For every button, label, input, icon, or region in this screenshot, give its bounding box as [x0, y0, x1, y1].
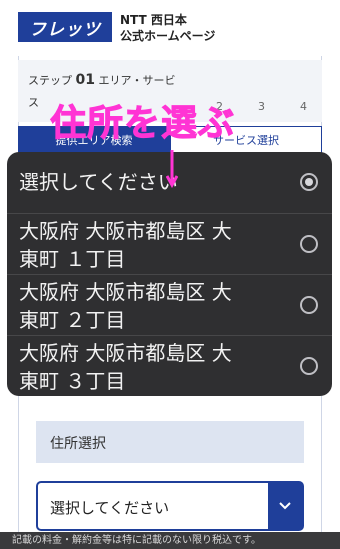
step-number: 01	[75, 72, 95, 88]
select-toggle-button[interactable]	[268, 483, 302, 529]
option-label-line1: 大阪府 大阪市都島区 大	[19, 280, 232, 304]
option-label-line2: 東町 １丁目	[19, 247, 126, 271]
radio-selected-icon[interactable]	[300, 173, 318, 191]
brand-line-1: NTT 西日本	[120, 13, 187, 27]
brand-line-2: 公式ホームページ	[120, 29, 216, 43]
picker-option-2chome[interactable]: 大阪府 大阪市都島区 大 東町 ２丁目	[7, 275, 332, 336]
step-current-label: ステップ 01 エリア・サービ	[28, 72, 175, 88]
step-prefix: ステップ	[28, 74, 72, 87]
picker-option-3chome[interactable]: 大阪府 大阪市都島区 大 東町 ３丁目	[7, 336, 332, 396]
brand-text: NTT 西日本 公式ホームページ	[120, 12, 215, 44]
address-picker-dialog: 選択してください 大阪府 大阪市都島区 大 東町 １丁目 大阪府 大阪市都島区 …	[7, 152, 332, 396]
step-title: エリア・サービ	[98, 74, 176, 87]
step-4: 4	[300, 100, 307, 113]
footer-note: 記載の料金・解約金等は特に記載のない限り税込です。	[0, 532, 340, 549]
radio-icon[interactable]	[300, 357, 318, 375]
option-label: 選択してください	[19, 170, 178, 194]
radio-icon[interactable]	[300, 235, 318, 253]
flets-logo[interactable]: フレッツ	[18, 12, 112, 42]
picker-option-1chome[interactable]: 大阪府 大阪市都島区 大 東町 １丁目	[7, 214, 332, 275]
address-select[interactable]: 選択してください	[36, 481, 304, 531]
chevron-down-icon	[279, 502, 291, 510]
radio-icon[interactable]	[300, 296, 318, 314]
option-label-line2: 東町 ３丁目	[19, 369, 126, 393]
down-arrow-icon	[166, 150, 178, 188]
site-header: フレッツ NTT 西日本 公式ホームページ	[0, 0, 340, 56]
step-title-cont: ス	[28, 96, 39, 109]
option-label-line1: 大阪府 大阪市都島区 大	[19, 341, 232, 365]
annotation-title: 住所を選ぶ	[49, 103, 236, 145]
address-label: 住所選択	[50, 436, 106, 452]
option-label-line1: 大阪府 大阪市都島区 大	[19, 219, 232, 243]
option-label-line2: 東町 ２丁目	[19, 308, 126, 332]
step-3: 3	[258, 100, 265, 113]
select-value: 選択してください	[50, 499, 170, 517]
